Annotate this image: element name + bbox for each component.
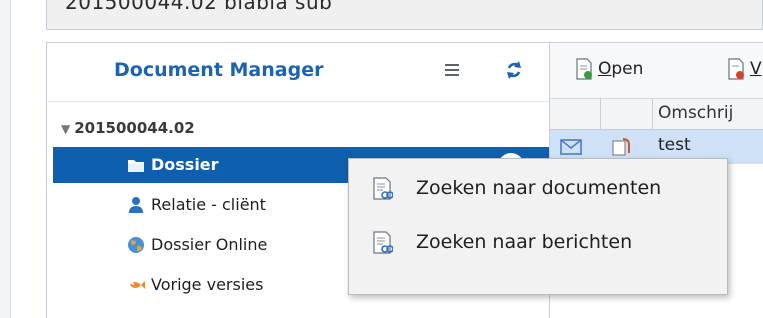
row-description: test	[658, 135, 691, 155]
open-button[interactable]: Open	[575, 58, 643, 84]
document-manager-title: Document Manager	[114, 59, 324, 81]
open-document-icon	[576, 58, 592, 80]
search-documents-icon	[373, 177, 393, 200]
hamburger-icon[interactable]	[445, 64, 459, 78]
attachment-icon	[612, 138, 630, 156]
tree-item-label: Dossier Online	[151, 235, 268, 254]
search-messages-icon	[373, 231, 393, 254]
documents-toolbar: Open V	[550, 43, 763, 99]
tree-item-label: Dossier	[151, 155, 219, 174]
tree-item-label: Relatie - cliënt	[151, 195, 266, 214]
document-manager-header: Document Manager	[47, 43, 549, 102]
second-toolbar-label: V	[750, 59, 762, 79]
menu-item-label: Zoeken naar documenten	[416, 177, 662, 199]
grid-header-col-icon1[interactable]	[550, 99, 601, 129]
app-left-strip	[0, 0, 11, 318]
tree-item-label: Vorige versies	[151, 275, 264, 294]
menu-item-search-documents[interactable]: Zoeken naar documenten	[349, 169, 727, 209]
expand-triangle-icon[interactable]: ▼	[61, 122, 70, 136]
document-delete-icon	[728, 58, 744, 80]
refresh-icon[interactable]	[503, 59, 525, 81]
second-toolbar-button[interactable]: V	[727, 58, 762, 84]
person-icon	[129, 197, 143, 213]
globe-icon	[128, 237, 144, 253]
record-title-bar: 201500044.02 blabla sub	[46, 0, 763, 30]
tree-root-label: 201500044.02	[74, 119, 195, 137]
grid-header-omschrijving[interactable]: Omschrij	[658, 103, 733, 123]
grid-header-col-icon2[interactable]	[601, 99, 653, 129]
menu-item-search-messages[interactable]: Zoeken naar berichten	[349, 223, 727, 263]
folder-icon	[128, 160, 144, 172]
menu-item-label: Zoeken naar berichten	[416, 231, 633, 253]
record-title: 201500044.02 blabla sub	[65, 0, 333, 14]
context-menu: Zoeken naar documenten Zoeken naar beric…	[348, 158, 728, 295]
fish-icon	[130, 281, 145, 289]
open-button-label: Open	[598, 59, 644, 79]
tree-root[interactable]: ▼ 201500044.02	[61, 119, 195, 137]
grid-header: Omschrij	[550, 99, 763, 130]
mail-icon	[560, 139, 582, 155]
